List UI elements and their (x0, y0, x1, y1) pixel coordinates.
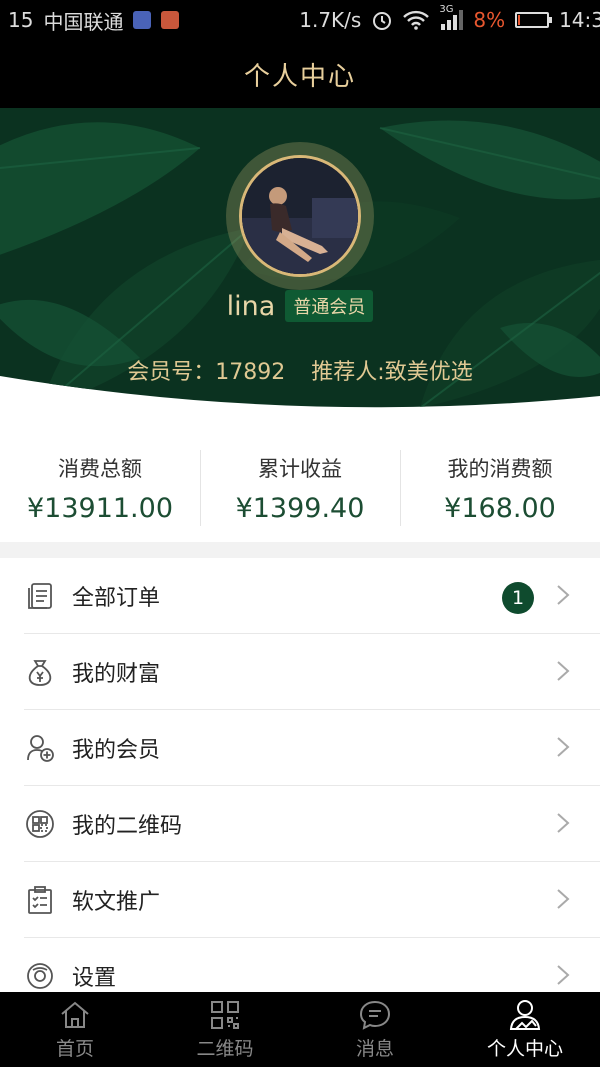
alarm-icon (373, 12, 392, 30)
network-speed: 1.7K/s (299, 8, 362, 32)
tab-qrcode[interactable]: 二维码 (150, 992, 300, 1067)
chevron-right-icon (557, 965, 570, 985)
app-notification-icon (133, 11, 152, 29)
stat-label: 消费总额 (58, 456, 142, 481)
tab-label: 二维码 (196, 1038, 254, 1060)
chevron-right-icon (557, 889, 570, 909)
battery-icon (515, 12, 553, 28)
order-count-badge: 1 (502, 582, 534, 614)
message-icon (359, 1000, 391, 1030)
menu-item-label: 软文推广 (72, 889, 161, 915)
tab-label: 个人中心 (486, 1038, 563, 1060)
menu-item-label: 设置 (72, 965, 117, 991)
clipboard-icon (24, 884, 56, 916)
stat-label: 我的消费额 (447, 456, 553, 481)
add-member-icon (24, 732, 56, 764)
home-icon (61, 1001, 89, 1028)
battery-percent: 8% (473, 8, 506, 32)
stat-my-spending[interactable]: 我的消费额 ¥168.00 (400, 440, 600, 536)
notification-count: 15 (8, 8, 34, 32)
status-bar: 15 中国联通 1.7K/s 3G 8% 14:3 (0, 0, 600, 40)
menu-item-label: 我的会员 (72, 737, 161, 763)
settings-icon (24, 960, 56, 992)
member-info: 会员号：17892 推荐人:致美优选 (0, 354, 600, 386)
chevron-right-icon (557, 813, 570, 833)
stats-row: 消费总额 ¥13911.00 累计收益 ¥1399.40 我的消费额 ¥168.… (0, 440, 600, 536)
chevron-right-icon (557, 585, 570, 605)
stat-value: ¥1399.40 (235, 492, 365, 524)
menu-item-my-members[interactable]: 我的会员 (24, 710, 600, 786)
stat-label: 累计收益 (258, 456, 342, 481)
qrcode-icon (211, 1001, 239, 1029)
orders-icon (24, 580, 56, 612)
member-number: 会员号：17892 (127, 360, 286, 385)
username-row: lina 普通会员 (0, 290, 600, 322)
signal-icon: 3G (439, 4, 464, 30)
page-title: 个人中心 (243, 61, 356, 92)
tab-home[interactable]: 首页 (0, 992, 150, 1067)
menu-item-article-promotion[interactable]: 软文推广 (24, 862, 600, 938)
app-notification-icon (161, 11, 180, 29)
qrcode-icon (24, 808, 56, 840)
tab-label: 首页 (55, 1038, 94, 1060)
wifi-icon (403, 10, 430, 30)
menu-item-all-orders[interactable]: 全部订单 1 (24, 558, 600, 634)
menu-item-label: 我的财富 (72, 661, 161, 687)
tab-label: 消息 (355, 1038, 394, 1060)
bottom-tab-bar: 首页 二维码 消息 个人中心 (0, 992, 600, 1067)
user-icon (509, 1000, 541, 1030)
stat-total-earnings[interactable]: 累计收益 ¥1399.40 (200, 440, 400, 536)
profile-banner: lina 普通会员 会员号：17892 推荐人:致美优选 (0, 108, 600, 426)
username: lina (226, 290, 276, 322)
tab-profile[interactable]: 个人中心 (450, 992, 600, 1067)
member-level-badge: 普通会员 (285, 290, 374, 322)
stat-value: ¥13911.00 (26, 492, 173, 524)
menu-list: 全部订单 1 我的财富 我的会员 我的二维码 软文推广 设置 (0, 558, 600, 1013)
money-bag-icon (24, 656, 56, 688)
network-type: 3G (439, 4, 454, 15)
chevron-right-icon (557, 661, 570, 681)
chevron-right-icon (557, 737, 570, 757)
title-bar: 个人中心 (0, 40, 600, 108)
stat-total-spending[interactable]: 消费总额 ¥13911.00 (0, 440, 200, 536)
menu-item-my-qrcode[interactable]: 我的二维码 (24, 786, 600, 862)
avatar-photo (242, 158, 358, 274)
tab-messages[interactable]: 消息 (300, 992, 450, 1067)
carrier-name: 中国联通 (43, 9, 124, 34)
section-divider (0, 542, 600, 558)
clock: 14:3 (559, 8, 600, 32)
referrer: 推荐人:致美优选 (311, 360, 473, 385)
stat-value: ¥168.00 (444, 492, 556, 524)
menu-item-my-wealth[interactable]: 我的财富 (24, 634, 600, 710)
menu-item-label: 我的二维码 (72, 813, 183, 839)
menu-item-label: 全部订单 (72, 585, 161, 611)
avatar[interactable] (239, 155, 361, 277)
